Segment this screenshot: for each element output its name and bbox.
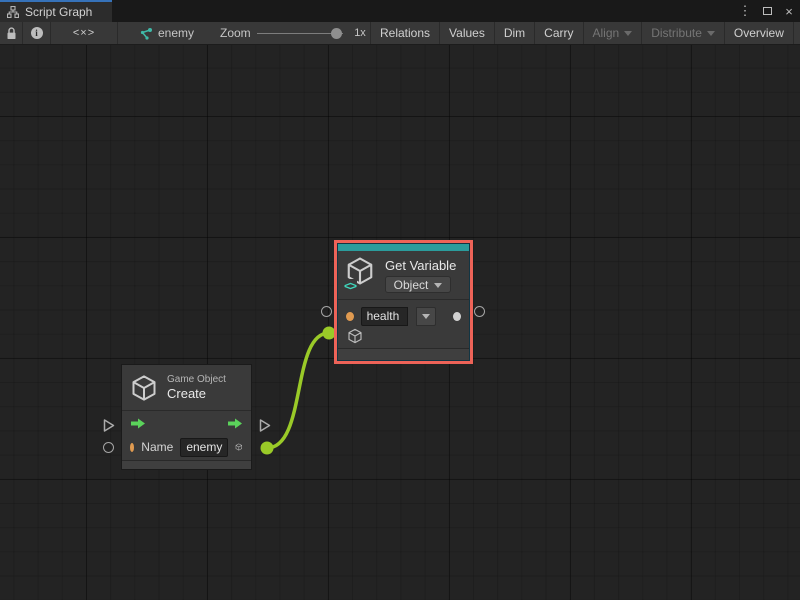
node-category: Game Object (167, 374, 226, 386)
name-input[interactable]: enemy (180, 438, 228, 457)
carry-button[interactable]: Carry (534, 22, 582, 44)
variable-name-row: health (338, 304, 469, 328)
zoom-value: 1x (349, 22, 371, 44)
string-port-dot (130, 443, 134, 452)
name-input-row: Name enemy (122, 435, 251, 459)
code-preview-button[interactable]: <×> (51, 22, 117, 44)
graph-toolbar: i <×> enemy Zoom 1x Relations Values Dim… (0, 22, 800, 45)
get-variable-header: <> Get Variable Object (338, 251, 469, 299)
game-object-input-icon (347, 328, 363, 344)
zoom-slider[interactable] (257, 22, 343, 44)
info-icon: i (31, 27, 43, 39)
get-variable-body: health (338, 300, 469, 348)
values-button[interactable]: Values (439, 22, 494, 44)
chevron-down-icon (624, 31, 632, 36)
flow-input-port[interactable] (102, 418, 116, 433)
relations-button[interactable]: Relations (370, 22, 439, 44)
maximize-icon[interactable] (756, 0, 778, 22)
create-node-header: Game Object Create (122, 365, 251, 410)
variable-scope-dropdown[interactable]: Object (385, 276, 451, 293)
value-input-port[interactable] (103, 442, 114, 453)
info-button[interactable]: i (23, 22, 50, 44)
graph-canvas[interactable]: Game Object Create Name enemy (0, 45, 800, 600)
chevron-down-icon (707, 31, 715, 36)
game-object-cube-icon (130, 374, 158, 402)
lock-button[interactable] (0, 22, 22, 44)
lock-icon (6, 27, 17, 40)
wire-source-dot[interactable] (261, 442, 274, 455)
node-footer (338, 348, 469, 360)
graph-breadcrumb-icon (138, 27, 152, 40)
dim-button[interactable]: Dim (494, 22, 534, 44)
zoom-slider-handle[interactable] (331, 28, 342, 39)
variable-name-input[interactable]: health (361, 307, 408, 326)
string-input-port[interactable] (321, 306, 332, 317)
game-object-output-icon (235, 439, 243, 455)
distribute-button[interactable]: Distribute (641, 22, 724, 44)
chevron-down-icon (434, 283, 442, 288)
string-port-dot (346, 312, 354, 321)
align-button[interactable]: Align (583, 22, 642, 44)
node-get-variable[interactable]: <> Get Variable Object health (337, 243, 470, 361)
flow-in-arrow-icon[interactable] (130, 418, 146, 429)
overview-button[interactable]: Overview (724, 22, 793, 44)
node-footer (122, 460, 251, 469)
connection-wire[interactable] (267, 333, 329, 448)
flow-ports-row (122, 411, 251, 435)
variable-picker-dropdown[interactable] (416, 307, 437, 326)
title-bar: Script Graph ⋮ × (0, 0, 800, 22)
close-icon[interactable]: × (778, 0, 800, 22)
value-output-port[interactable] (474, 306, 485, 317)
variable-node-color-bar (338, 244, 469, 251)
node-title: Get Variable (385, 257, 456, 274)
node-get-variable-selection: <> Get Variable Object health (334, 240, 473, 364)
toolbar-buttons: Relations Values Dim Carry Align Distrib… (370, 22, 800, 44)
chevron-down-icon (422, 314, 430, 319)
full-screen-button[interactable]: Full Screen (793, 22, 800, 44)
code-icon: <×> (73, 27, 95, 39)
node-game-object-create[interactable]: Game Object Create Name enemy (121, 364, 252, 470)
name-label: Name (141, 440, 173, 454)
tab-script-graph[interactable]: Script Graph (0, 0, 112, 22)
variable-chevrons-icon: <> (343, 279, 357, 293)
flow-output-port[interactable] (258, 418, 272, 433)
flow-out-arrow-icon[interactable] (227, 418, 243, 429)
zoom-label: Zoom (220, 22, 256, 44)
node-title: Create (167, 386, 226, 402)
breadcrumb[interactable]: enemy (132, 22, 204, 44)
more-menu-icon[interactable]: ⋮ (734, 0, 756, 22)
window-controls: ⋮ × (734, 0, 800, 22)
script-graph-icon (7, 6, 19, 18)
breadcrumb-label: enemy (158, 26, 194, 40)
value-output-dot (453, 312, 461, 321)
tab-label: Script Graph (25, 5, 92, 19)
